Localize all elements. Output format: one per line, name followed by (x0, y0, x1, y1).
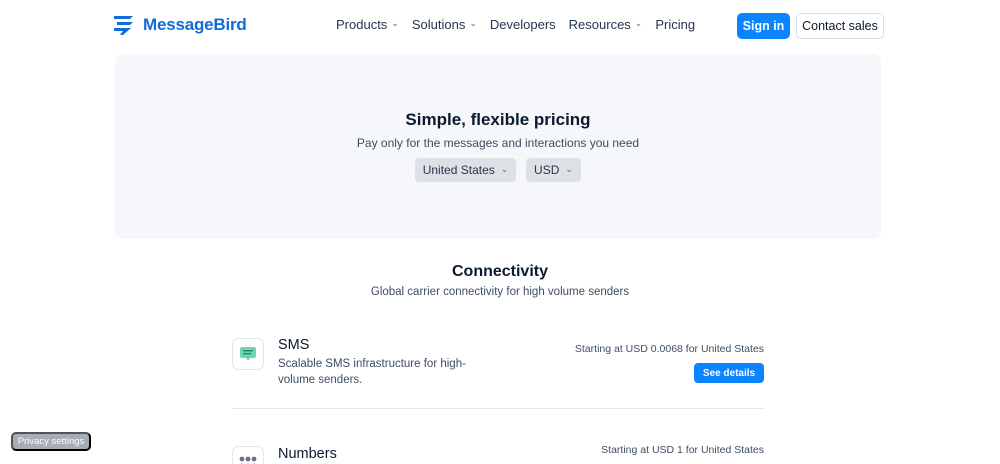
section-title: Connectivity (451, 263, 548, 280)
nav-resources-label: Resources (568, 17, 631, 32)
nav-products[interactable]: Products ⌄ (336, 17, 399, 32)
see-details-button[interactable]: See details (694, 363, 764, 383)
currency-select[interactable]: USD ⌄ (526, 158, 581, 182)
nav-products-label: Products (336, 17, 388, 32)
pricing-hero: Simple, flexible pricing Pay only for th… (115, 54, 881, 239)
page-title: Simple, flexible pricing (405, 110, 591, 129)
sign-in-button[interactable]: Sign in (737, 13, 790, 39)
nav-developers-label: Developers (489, 17, 556, 32)
product-name-numbers: Numbers (278, 446, 337, 462)
nav-solutions[interactable]: Solutions ⌄ (412, 17, 477, 32)
logo-text: MessageBird (143, 15, 247, 34)
nav-developers[interactable]: Developers (490, 17, 556, 32)
site-header: MessageBird Products ⌄ Solutions ⌄ Devel… (0, 0, 1000, 52)
nav-solutions-label: Solutions (411, 17, 466, 32)
product-price-sms: Starting at USD 0.0068 for United States (574, 343, 764, 355)
sms-icon (232, 338, 264, 370)
chevron-down-icon: ⌄ (500, 163, 509, 174)
page-subtitle: Pay only for the messages and interactio… (356, 136, 640, 150)
messagebird-logo-icon (114, 16, 133, 35)
chevron-down-icon: ⌄ (391, 18, 399, 28)
nav-resources[interactable]: Resources ⌄ (569, 17, 643, 32)
main-nav: Products ⌄ Solutions ⌄ Developers Resour… (336, 17, 695, 32)
product-description-sms: Scalable SMS infrastructure for high-vol… (278, 358, 466, 386)
country-select-value: United States (422, 163, 495, 177)
chevron-down-icon: ⌄ (469, 18, 477, 28)
product-name-sms: SMS (278, 337, 310, 353)
product-price-numbers: Starting at USD 1 for United States (601, 444, 764, 456)
chevron-down-icon: ⌄ (565, 163, 573, 174)
currency-select-value: USD (534, 163, 560, 177)
country-select[interactable]: United States ⌄ (415, 158, 516, 182)
nav-pricing[interactable]: Pricing (655, 17, 695, 32)
privacy-settings-button[interactable]: Privacy settings (11, 432, 91, 451)
contact-sales-button[interactable]: Contact sales (796, 13, 884, 39)
nav-pricing-label: Pricing (655, 17, 696, 32)
numbers-icon (232, 446, 264, 464)
divider (232, 408, 764, 409)
chevron-down-icon: ⌄ (634, 18, 643, 28)
section-subtitle: Global carrier connectivity for high vol… (370, 286, 630, 298)
logo[interactable]: MessageBird (113, 14, 247, 36)
